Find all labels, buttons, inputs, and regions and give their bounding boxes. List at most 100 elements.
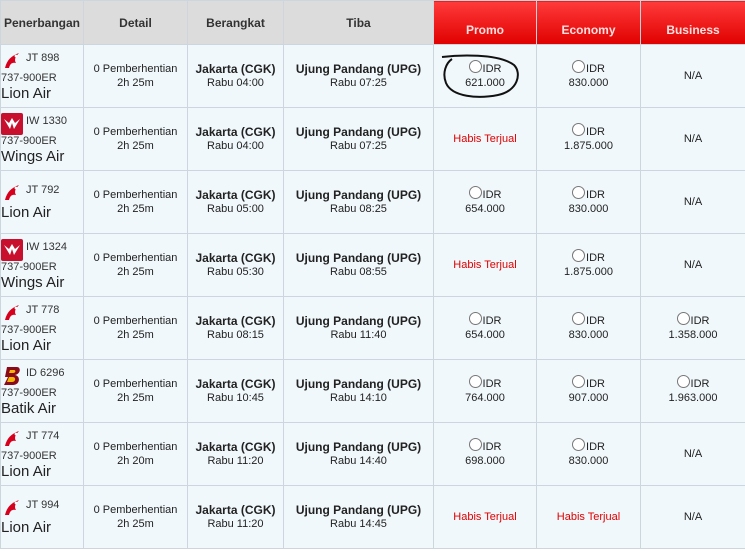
departure-time: Rabu 04:00 xyxy=(207,77,264,89)
economy-fare-option[interactable]: IDR 1.875.000 xyxy=(564,122,613,153)
business-radio-button[interactable] xyxy=(676,311,690,325)
business-not-available: N/A xyxy=(683,196,703,208)
economy-fare-option[interactable]: IDR 1.875.000 xyxy=(564,248,613,279)
header-arrive[interactable]: Tiba xyxy=(283,0,434,45)
promo-currency: IDR xyxy=(482,315,502,327)
business-not-available: N/A xyxy=(683,448,703,460)
header-business[interactable]: Business xyxy=(640,0,745,45)
airline-name: Lion Air xyxy=(1,336,52,354)
airline-cell: JT 792 Lion Air xyxy=(0,170,84,234)
promo-radio-button[interactable] xyxy=(468,374,482,388)
arrival-time: Rabu 07:25 xyxy=(330,140,387,152)
economy-amount: 907.000 xyxy=(568,392,609,404)
economy-radio-button[interactable] xyxy=(572,374,586,388)
header-detail[interactable]: Detail xyxy=(83,0,188,45)
promo-fare-option[interactable]: IDR 654.000 xyxy=(465,311,505,342)
arrival-cell: Ujung Pandang (UPG) Rabu 08:55 xyxy=(283,233,434,297)
flight-code: IW 1324 xyxy=(26,240,67,253)
promo-radio-button[interactable] xyxy=(468,311,482,325)
batik-air-logo xyxy=(1,365,23,387)
economy-radio-button[interactable] xyxy=(572,437,586,451)
economy-fare-option[interactable]: IDR 830.000 xyxy=(569,59,608,90)
promo-cell: Habis Terjual xyxy=(433,485,537,549)
economy-cell: IDR 907.000 xyxy=(536,359,641,423)
economy-fare-option[interactable]: IDR 907.000 xyxy=(568,374,609,405)
detail-cell[interactable]: 0 Pemberhentian 2h 25m xyxy=(83,485,188,549)
economy-radio-button[interactable] xyxy=(572,59,586,73)
duration: 2h 25m xyxy=(117,518,154,530)
detail-cell[interactable]: 0 Pemberhentian 2h 25m xyxy=(83,170,188,234)
header-economy[interactable]: Economy xyxy=(536,0,641,45)
departure-cell: Jakarta (CGK) Rabu 11:20 xyxy=(187,422,284,486)
header-depart[interactable]: Berangkat xyxy=(187,0,284,45)
business-amount: 1.963.000 xyxy=(668,392,718,404)
arrival-cell: Ujung Pandang (UPG) Rabu 14:45 xyxy=(283,485,434,549)
flight-code: JT 792 xyxy=(26,184,60,196)
business-currency: IDR xyxy=(690,315,710,327)
business-fare-option[interactable]: IDR 1.358.000 xyxy=(669,311,717,342)
header-airline[interactable]: Penerbangan xyxy=(0,0,84,45)
detail-cell[interactable]: 0 Pemberhentian 2h 25m xyxy=(83,44,188,108)
promo-currency: IDR xyxy=(482,378,502,390)
business-radio-button[interactable] xyxy=(676,374,690,388)
promo-radio-button[interactable] xyxy=(468,437,482,451)
business-fare-option[interactable]: IDR 1.963.000 xyxy=(668,374,718,405)
detail-cell[interactable]: 0 Pemberhentian 2h 25m xyxy=(83,233,188,297)
economy-cell: IDR 830.000 xyxy=(536,170,641,234)
business-cell: N/A xyxy=(640,170,745,234)
airline-cell: JT 994 Lion Air xyxy=(0,485,84,549)
airline-cell: JT 778 737-900ER Lion Air xyxy=(0,296,84,360)
economy-fare-option[interactable]: IDR 830.000 xyxy=(569,437,608,468)
departure-cell: Jakarta (CGK) Rabu 05:30 xyxy=(187,233,284,297)
promo-sold-out: Habis Terjual xyxy=(453,259,517,271)
departure-time: Rabu 10:45 xyxy=(207,392,264,404)
flight-code: JT 994 xyxy=(26,499,60,511)
departure-city: Jakarta (CGK) xyxy=(195,251,276,265)
airline-cell: JT 774 737-900ER Lion Air xyxy=(0,422,84,486)
promo-currency: IDR xyxy=(482,441,502,453)
arrival-city: Ujung Pandang (UPG) xyxy=(295,62,422,76)
economy-fare-option[interactable]: IDR 830.000 xyxy=(568,311,609,342)
detail-cell[interactable]: 0 Pemberhentian 2h 20m xyxy=(83,422,188,486)
business-currency: IDR xyxy=(690,378,710,390)
lion-air-logo xyxy=(1,302,23,324)
promo-fare-option[interactable]: IDR 621.000 xyxy=(465,59,505,90)
economy-radio-button[interactable] xyxy=(572,185,586,199)
detail-cell[interactable]: 0 Pemberhentian 2h 25m xyxy=(83,107,188,171)
promo-fare-option[interactable]: IDR 764.000 xyxy=(465,374,505,405)
duration: 2h 25m xyxy=(117,266,154,278)
header-promo[interactable]: Promo xyxy=(433,0,537,45)
table-header-row: Penerbangan Detail Berangkat Tiba Promo … xyxy=(0,0,745,45)
economy-radio-button[interactable] xyxy=(572,248,586,262)
departure-city: Jakarta (CGK) xyxy=(195,125,276,139)
promo-fare-option[interactable]: IDR 698.000 xyxy=(465,437,505,468)
business-cell: N/A xyxy=(640,485,745,549)
business-not-available: N/A xyxy=(683,511,703,523)
economy-fare-option[interactable]: IDR 830.000 xyxy=(569,185,608,216)
table-row: IW 1330 737-900ER Wings Air 0 Pemberhent… xyxy=(0,107,745,171)
economy-amount: 830.000 xyxy=(568,329,609,341)
promo-radio-button[interactable] xyxy=(468,59,482,73)
promo-fare-option[interactable]: IDR 654.000 xyxy=(465,185,505,216)
detail-cell[interactable]: 0 Pemberhentian 2h 25m xyxy=(83,359,188,423)
economy-currency: IDR xyxy=(586,126,605,138)
aircraft-model: 737-900ER xyxy=(1,386,57,399)
economy-radio-button[interactable] xyxy=(572,122,586,136)
promo-cell: Habis Terjual xyxy=(433,107,537,171)
promo-amount: 764.000 xyxy=(465,392,505,404)
promo-cell: IDR 654.000 xyxy=(433,296,537,360)
economy-currency: IDR xyxy=(586,252,605,264)
airline-cell: IW 1330 737-900ER Wings Air xyxy=(0,107,84,171)
flight-code: JT 778 xyxy=(26,303,60,316)
promo-radio-button[interactable] xyxy=(468,185,482,199)
table-row: JT 898 737-900ER Lion Air 0 Pemberhentia… xyxy=(0,44,745,108)
departure-cell: Jakarta (CGK) Rabu 11:20 xyxy=(187,485,284,549)
arrival-city: Ujung Pandang (UPG) xyxy=(295,251,422,265)
flight-code: JT 774 xyxy=(26,429,60,442)
airline-name: Wings Air xyxy=(1,273,65,291)
economy-radio-button[interactable] xyxy=(572,311,586,325)
departure-cell: Jakarta (CGK) Rabu 10:45 xyxy=(187,359,284,423)
airline-cell: ID 6296 737-900ER Batik Air xyxy=(0,359,84,423)
stops: 0 Pemberhentian xyxy=(93,63,178,75)
detail-cell[interactable]: 0 Pemberhentian 2h 25m xyxy=(83,296,188,360)
